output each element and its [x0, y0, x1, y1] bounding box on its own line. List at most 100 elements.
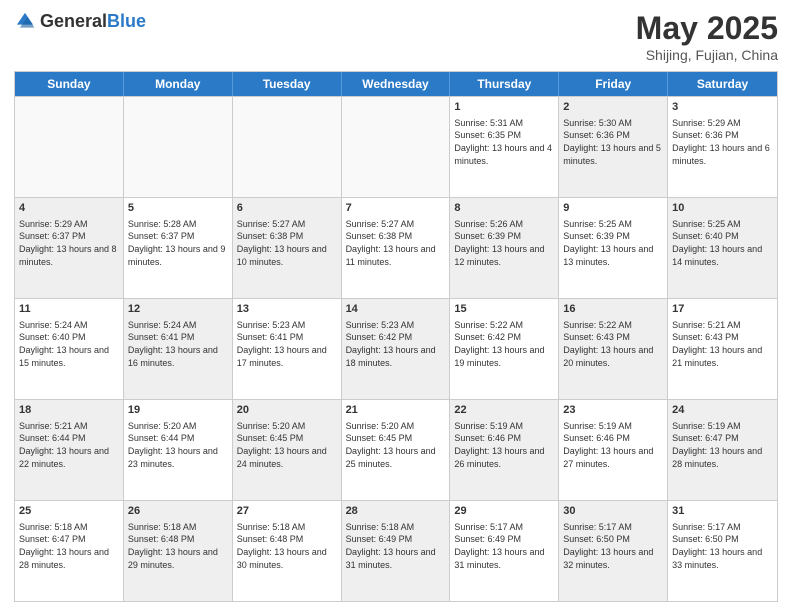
- day-info: Sunrise: 5:18 AMSunset: 6:49 PMDaylight:…: [346, 521, 446, 571]
- day-number: 18: [19, 403, 119, 418]
- day-info: Sunrise: 5:31 AMSunset: 6:35 PMDaylight:…: [454, 117, 554, 167]
- calendar-cell: 11Sunrise: 5:24 AMSunset: 6:40 PMDayligh…: [15, 299, 124, 399]
- day-info: Sunrise: 5:23 AMSunset: 6:42 PMDaylight:…: [346, 319, 446, 369]
- calendar-cell: 21 Sunrise: 5:20 AMSunset: 6:45 PMDayligh…: [342, 400, 451, 500]
- day-number: 4: [19, 201, 119, 216]
- title-block: May 2025 Shijing, Fujian, China: [636, 10, 778, 63]
- day-info: Sunrise: 5:20 AMSunset: 6:45 PMDaylight:…: [346, 420, 446, 470]
- calendar-cell: 5Sunrise: 5:28 AMSunset: 6:37 PMDaylight…: [124, 198, 233, 298]
- day-number: 20: [237, 403, 337, 418]
- day-number: 19: [128, 403, 228, 418]
- day-info: Sunrise: 5:23 AMSunset: 6:41 PMDaylight:…: [237, 319, 337, 369]
- day-info: Sunrise: 5:20 AMSunset: 6:44 PMDaylight:…: [128, 420, 228, 470]
- calendar-cell: 2 Sunrise: 5:30 AMSunset: 6:36 PMDaylight…: [559, 97, 668, 197]
- calendar-body: 1 Sunrise: 5:31 AMSunset: 6:35 PMDaylight…: [15, 96, 777, 601]
- calendar-week-5: 25Sunrise: 5:18 AMSunset: 6:47 PMDayligh…: [15, 500, 777, 601]
- day-number: 8: [454, 201, 554, 216]
- day-number: 9: [563, 201, 663, 216]
- logo-icon: [14, 10, 36, 32]
- day-number: 27: [237, 504, 337, 519]
- day-number: 6: [237, 201, 337, 216]
- calendar-cell: 9 Sunrise: 5:25 AMSunset: 6:39 PMDaylight…: [559, 198, 668, 298]
- calendar-cell: 26 Sunrise: 5:18 AMSunset: 6:48 PMDayligh…: [124, 501, 233, 601]
- day-number: 2: [563, 100, 663, 115]
- calendar-cell: 15 Sunrise: 5:22 AMSunset: 6:42 PMDayligh…: [450, 299, 559, 399]
- calendar-cell: 16Sunrise: 5:22 AMSunset: 6:43 PMDayligh…: [559, 299, 668, 399]
- day-info: Sunrise: 5:19 AMSunset: 6:46 PMDaylight:…: [563, 420, 663, 470]
- logo-text-blue: Blue: [107, 11, 146, 31]
- day-number: 5: [128, 201, 228, 216]
- day-number: 15: [454, 302, 554, 317]
- calendar-cell: 7 Sunrise: 5:27 AMSunset: 6:38 PMDaylight…: [342, 198, 451, 298]
- day-number: 22: [454, 403, 554, 418]
- day-info: Sunrise: 5:22 AMSunset: 6:42 PMDaylight:…: [454, 319, 554, 369]
- calendar-cell: 13 Sunrise: 5:23 AMSunset: 6:41 PMDayligh…: [233, 299, 342, 399]
- calendar-cell: 28 Sunrise: 5:18 AMSunset: 6:49 PMDayligh…: [342, 501, 451, 601]
- day-number: 1: [454, 100, 554, 115]
- calendar-cell: 29 Sunrise: 5:17 AMSunset: 6:49 PMDayligh…: [450, 501, 559, 601]
- calendar-cell: 20 Sunrise: 5:20 AMSunset: 6:45 PMDayligh…: [233, 400, 342, 500]
- calendar: SundayMondayTuesdayWednesdayThursdayFrid…: [14, 71, 778, 602]
- calendar-cell: 12Sunrise: 5:24 AMSunset: 6:41 PMDayligh…: [124, 299, 233, 399]
- calendar-cell: 10 Sunrise: 5:25 AMSunset: 6:40 PMDayligh…: [668, 198, 777, 298]
- header: GeneralBlue May 2025 Shijing, Fujian, Ch…: [14, 10, 778, 63]
- weekday-header-sunday: Sunday: [15, 72, 124, 96]
- weekday-header-monday: Monday: [124, 72, 233, 96]
- day-info: Sunrise: 5:19 AMSunset: 6:46 PMDaylight:…: [454, 420, 554, 470]
- day-info: Sunrise: 5:27 AMSunset: 6:38 PMDaylight:…: [346, 218, 446, 268]
- calendar-cell: 25Sunrise: 5:18 AMSunset: 6:47 PMDayligh…: [15, 501, 124, 601]
- calendar-cell: 4 Sunrise: 5:29 AMSunset: 6:37 PMDaylight…: [15, 198, 124, 298]
- day-number: 7: [346, 201, 446, 216]
- day-info: Sunrise: 5:17 AMSunset: 6:49 PMDaylight:…: [454, 521, 554, 571]
- day-number: 13: [237, 302, 337, 317]
- weekday-header-wednesday: Wednesday: [342, 72, 451, 96]
- calendar-cell: 3Sunrise: 5:29 AMSunset: 6:36 PMDaylight…: [668, 97, 777, 197]
- day-info: Sunrise: 5:22 AMSunset: 6:43 PMDaylight:…: [563, 319, 663, 369]
- day-number: 10: [672, 201, 773, 216]
- day-number: 12: [128, 302, 228, 317]
- location: Shijing, Fujian, China: [636, 47, 778, 63]
- weekday-header-friday: Friday: [559, 72, 668, 96]
- day-info: Sunrise: 5:17 AMSunset: 6:50 PMDaylight:…: [563, 521, 663, 571]
- calendar-cell: [342, 97, 451, 197]
- day-info: Sunrise: 5:18 AMSunset: 6:48 PMDaylight:…: [128, 521, 228, 571]
- calendar-cell: 1 Sunrise: 5:31 AMSunset: 6:35 PMDaylight…: [450, 97, 559, 197]
- day-info: Sunrise: 5:29 AMSunset: 6:36 PMDaylight:…: [672, 117, 773, 167]
- calendar-cell: 31Sunrise: 5:17 AMSunset: 6:50 PMDayligh…: [668, 501, 777, 601]
- logo-text-general: General: [40, 11, 107, 31]
- day-number: 17: [672, 302, 773, 317]
- calendar-cell: 23Sunrise: 5:19 AMSunset: 6:46 PMDayligh…: [559, 400, 668, 500]
- day-number: 24: [672, 403, 773, 418]
- day-number: 28: [346, 504, 446, 519]
- day-info: Sunrise: 5:20 AMSunset: 6:45 PMDaylight:…: [237, 420, 337, 470]
- weekday-header-thursday: Thursday: [450, 72, 559, 96]
- day-info: Sunrise: 5:21 AMSunset: 6:44 PMDaylight:…: [19, 420, 119, 470]
- calendar-cell: 19 Sunrise: 5:20 AMSunset: 6:44 PMDayligh…: [124, 400, 233, 500]
- day-info: Sunrise: 5:25 AMSunset: 6:39 PMDaylight:…: [563, 218, 663, 268]
- calendar-cell: 30Sunrise: 5:17 AMSunset: 6:50 PMDayligh…: [559, 501, 668, 601]
- calendar-cell: 14 Sunrise: 5:23 AMSunset: 6:42 PMDayligh…: [342, 299, 451, 399]
- day-info: Sunrise: 5:27 AMSunset: 6:38 PMDaylight:…: [237, 218, 337, 268]
- calendar-cell: [233, 97, 342, 197]
- calendar-cell: [124, 97, 233, 197]
- calendar-cell: 17 Sunrise: 5:21 AMSunset: 6:43 PMDayligh…: [668, 299, 777, 399]
- day-number: 31: [672, 504, 773, 519]
- day-number: 25: [19, 504, 119, 519]
- calendar-week-1: 1 Sunrise: 5:31 AMSunset: 6:35 PMDaylight…: [15, 96, 777, 197]
- day-number: 21: [346, 403, 446, 418]
- day-info: Sunrise: 5:21 AMSunset: 6:43 PMDaylight:…: [672, 319, 773, 369]
- page: GeneralBlue May 2025 Shijing, Fujian, Ch…: [0, 0, 792, 612]
- day-number: 26: [128, 504, 228, 519]
- calendar-week-4: 18 Sunrise: 5:21 AMSunset: 6:44 PMDayligh…: [15, 399, 777, 500]
- day-info: Sunrise: 5:19 AMSunset: 6:47 PMDaylight:…: [672, 420, 773, 470]
- day-number: 29: [454, 504, 554, 519]
- weekday-header-saturday: Saturday: [668, 72, 777, 96]
- calendar-cell: 22 Sunrise: 5:19 AMSunset: 6:46 PMDayligh…: [450, 400, 559, 500]
- calendar-cell: 6 Sunrise: 5:27 AMSunset: 6:38 PMDaylight…: [233, 198, 342, 298]
- day-info: Sunrise: 5:29 AMSunset: 6:37 PMDaylight:…: [19, 218, 119, 268]
- day-info: Sunrise: 5:25 AMSunset: 6:40 PMDaylight:…: [672, 218, 773, 268]
- day-number: 14: [346, 302, 446, 317]
- day-info: Sunrise: 5:30 AMSunset: 6:36 PMDaylight:…: [563, 117, 663, 167]
- day-info: Sunrise: 5:26 AMSunset: 6:39 PMDaylight:…: [454, 218, 554, 268]
- calendar-cell: 27Sunrise: 5:18 AMSunset: 6:48 PMDayligh…: [233, 501, 342, 601]
